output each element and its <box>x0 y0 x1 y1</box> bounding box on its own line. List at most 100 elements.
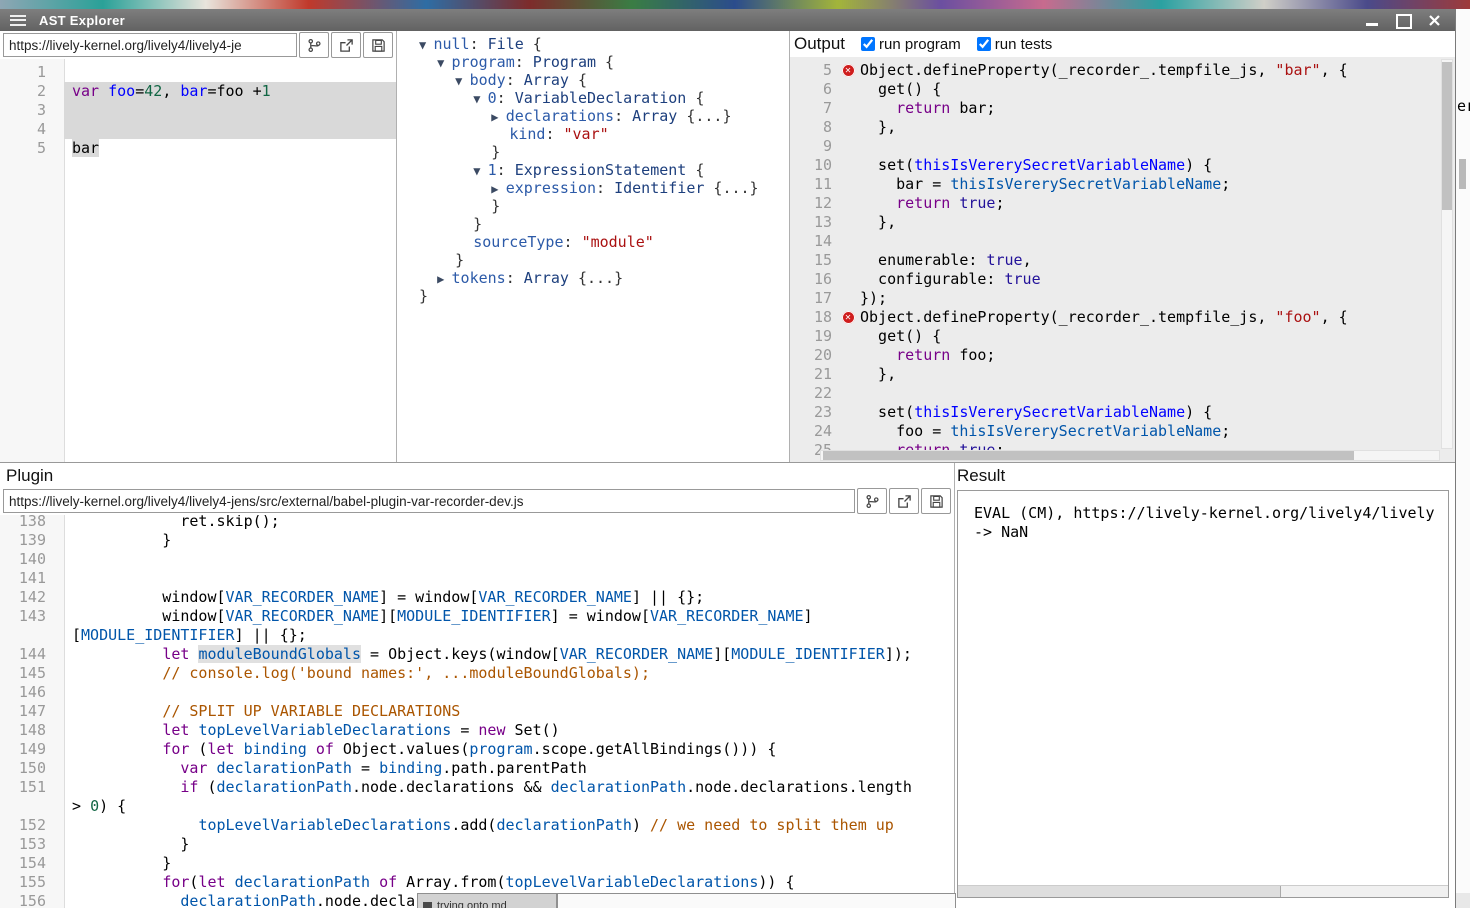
ast-node-line[interactable]: } <box>419 287 789 305</box>
output-horizontal-scrollbar[interactable] <box>820 450 1440 461</box>
source-branch-button[interactable] <box>299 32 329 58</box>
code-line[interactable]: 18✕Object.defineProperty(_recorder_.temp… <box>790 308 1455 327</box>
code-token: , <box>162 82 180 100</box>
code-line[interactable]: 4 <box>0 120 396 139</box>
code-line[interactable]: 8 }, <box>790 118 1455 137</box>
code-line[interactable]: 17}); <box>790 289 1455 308</box>
ast-node-line[interactable]: } <box>419 197 789 215</box>
tree-toggle-icon[interactable]: ▼ <box>455 74 469 88</box>
code-line[interactable]: 11 bar = thisIsVererySecretVariableName; <box>790 175 1455 194</box>
plugin-save-button[interactable] <box>921 488 951 514</box>
code-line[interactable]: 12 return true; <box>790 194 1455 213</box>
source-save-button[interactable] <box>363 32 393 58</box>
output-editor[interactable]: 5✕Object.defineProperty(_recorder_.tempf… <box>790 57 1455 462</box>
code-line[interactable]: 2var foo=42, bar=foo +1 <box>0 82 396 101</box>
code-line[interactable]: 24 foo = thisIsVererySecretVariableName; <box>790 422 1455 441</box>
code-line[interactable]: 139 } <box>0 531 954 550</box>
code-line[interactable]: 145 // console.log('bound names:', ...mo… <box>0 664 954 683</box>
code-line[interactable]: 149 for (let binding of Object.values(pr… <box>0 740 954 759</box>
code-line[interactable]: 140 <box>0 550 954 569</box>
plugin-branch-button[interactable] <box>857 488 887 514</box>
code-line[interactable]: 147 // SPLIT UP VARIABLE DECLARATIONS <box>0 702 954 721</box>
code-line[interactable]: 10 set(thisIsVererySecretVariableName) { <box>790 156 1455 175</box>
tree-toggle-icon[interactable]: ▼ <box>473 92 487 106</box>
code-token: foo <box>108 82 135 100</box>
code-line[interactable]: 150 var declarationPath = binding.path.p… <box>0 759 954 778</box>
run-tests-checkbox[interactable] <box>977 37 991 51</box>
code-line[interactable]: 154 } <box>0 854 954 873</box>
source-url-input[interactable] <box>3 33 297 57</box>
result-horizontal-scrollbar[interactable] <box>958 885 1448 897</box>
code-token: ][ <box>713 645 731 663</box>
code-line[interactable]: 13 }, <box>790 213 1455 232</box>
ast-node-line[interactable]: ▼ program: Program { <box>419 53 789 71</box>
code-line[interactable]: 19 get() { <box>790 327 1455 346</box>
code-line[interactable]: 21 }, <box>790 365 1455 384</box>
ast-node-line[interactable]: ▶ expression: Identifier {...} <box>419 179 789 197</box>
code-line[interactable]: 14 <box>790 232 1455 251</box>
error-icon[interactable]: ✕ <box>842 311 855 324</box>
ast-node-line[interactable]: } <box>419 143 789 161</box>
code-line[interactable]: 153 } <box>0 835 954 854</box>
code-line[interactable]: 146 <box>0 683 954 702</box>
output-vertical-scrollbar[interactable] <box>1441 59 1453 449</box>
code-line[interactable]: 7 return bar; <box>790 99 1455 118</box>
code-line[interactable]: 6 get() { <box>790 80 1455 99</box>
error-icon[interactable]: ✕ <box>842 64 855 77</box>
code-line[interactable]: > 0) { <box>0 797 954 816</box>
ast-node-line[interactable]: sourceType: "module" <box>419 233 789 251</box>
maximize-button[interactable] <box>1396 14 1410 26</box>
plugin-editor[interactable]: 138 ret.skip();139 }140141142 window[VAR… <box>0 515 954 908</box>
tree-toggle-icon[interactable]: ▶ <box>491 110 505 124</box>
tree-toggle-icon[interactable]: ▼ <box>437 56 451 70</box>
plugin-open-external-button[interactable] <box>889 488 919 514</box>
scrollbar-thumb[interactable] <box>958 886 1281 897</box>
run-program-checkbox[interactable] <box>861 37 875 51</box>
minimize-button[interactable] <box>1365 14 1379 26</box>
ast-node-line[interactable]: ▶ tokens: Array {...} <box>419 269 789 287</box>
code-line[interactable]: 141 <box>0 569 954 588</box>
source-open-external-button[interactable] <box>331 32 361 58</box>
ast-node-line[interactable]: ▼ null: File { <box>419 35 789 53</box>
ast-node-line[interactable]: } <box>419 215 789 233</box>
ast-node-line[interactable]: kind: "var" <box>419 125 789 143</box>
code-line[interactable]: 16 configurable: true <box>790 270 1455 289</box>
code-line[interactable]: 155 for(let declarationPath of Array.fro… <box>0 873 954 892</box>
code-line[interactable]: 151 if (declarationPath.node.declaration… <box>0 778 954 797</box>
source-editor[interactable]: 12var foo=42, bar=foo +1345bar <box>0 59 396 462</box>
ast-node-line[interactable]: ▶ declarations: Array {...} <box>419 107 789 125</box>
code-line[interactable]: 148 let topLevelVariableDeclarations = n… <box>0 721 954 740</box>
plugin-url-input[interactable] <box>3 489 855 513</box>
ast-node-line[interactable]: ▼ 0: VariableDeclaration { <box>419 89 789 107</box>
code-line[interactable]: 22 <box>790 384 1455 403</box>
ast-tree[interactable]: ▼ null: File { ▼ program: Program { ▼ bo… <box>397 31 790 462</box>
code-line[interactable]: 5bar <box>0 139 396 158</box>
ast-node-line[interactable]: ▼ 1: ExpressionStatement { <box>419 161 789 179</box>
code-line[interactable]: 20 return foo; <box>790 346 1455 365</box>
code-token: {...} <box>677 107 731 125</box>
code-line[interactable]: 142 window[VAR_RECORDER_NAME] = window[V… <box>0 588 954 607</box>
code-line[interactable]: 15 enumerable: true, <box>790 251 1455 270</box>
close-button[interactable] <box>1427 14 1441 26</box>
plugin-title: Plugin <box>0 463 954 487</box>
window-menu-button[interactable] <box>10 15 26 26</box>
tree-toggle-icon[interactable]: ▶ <box>437 272 451 286</box>
tree-toggle-icon[interactable]: ▼ <box>473 164 487 178</box>
ast-node-line[interactable]: ▼ body: Array { <box>419 71 789 89</box>
code-line[interactable]: 5✕Object.defineProperty(_recorder_.tempf… <box>790 61 1455 80</box>
code-line[interactable]: 152 topLevelVariableDeclarations.add(dec… <box>0 816 954 835</box>
ast-node-line[interactable]: } <box>419 251 789 269</box>
code-token: }, <box>860 365 896 383</box>
tree-toggle-icon[interactable]: ▼ <box>419 38 433 52</box>
code-line[interactable]: 143 window[VAR_RECORDER_NAME][MODULE_IDE… <box>0 607 954 626</box>
code-line[interactable]: 144 let moduleBoundGlobals = Object.keys… <box>0 645 954 664</box>
scrollbar-thumb[interactable] <box>823 451 1354 460</box>
scrollbar-thumb[interactable] <box>1442 62 1452 210</box>
code-line[interactable]: [MODULE_IDENTIFIER] || {}; <box>0 626 954 645</box>
code-line[interactable]: 3 <box>0 101 396 120</box>
code-line[interactable]: 23 set(thisIsVererySecretVariableName) { <box>790 403 1455 422</box>
code-line[interactable]: 9 <box>790 137 1455 156</box>
code-line[interactable]: 1 <box>0 63 396 82</box>
code-line[interactable]: 138 ret.skip(); <box>0 515 954 531</box>
tree-toggle-icon[interactable]: ▶ <box>491 182 505 196</box>
